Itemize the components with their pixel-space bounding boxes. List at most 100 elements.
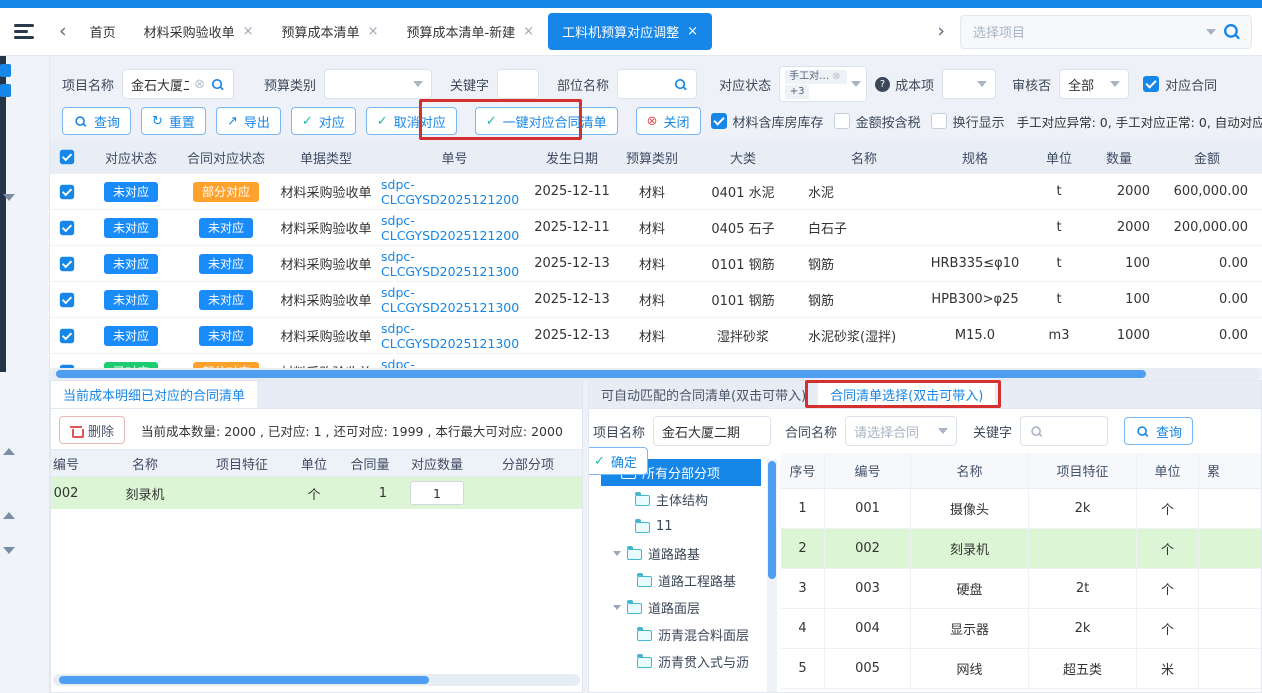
chevron-down-icon[interactable]	[3, 194, 15, 201]
tab-material-receipt[interactable]: 材料采购验收单 ×	[130, 13, 268, 50]
tab-matched-contract-list[interactable]: 当前成本明细已对应的合同清单	[51, 381, 257, 408]
tab-budget-match-adjust[interactable]: 工料机预算对应调整×	[548, 13, 712, 50]
part-name-input[interactable]	[617, 69, 697, 99]
match-status-multiselect[interactable]: 手工对…⊗ +3	[779, 66, 867, 102]
table-row[interactable]: 未对应 未对应 材料采购验收单 sdpc-CLCGYSD2025121300 2…	[50, 246, 1262, 282]
clear-icon[interactable]: ⊗	[194, 78, 205, 91]
tree-vscrollbar[interactable]	[767, 459, 777, 692]
help-icon[interactable]: ?	[875, 77, 890, 92]
audit-select[interactable]: 全部	[1059, 69, 1129, 99]
contract-row-selected[interactable]: 2 002 刻录机 个	[781, 529, 1261, 569]
table-row[interactable]: 未对应 未对应 材料采购验收单 sdpc-CLCGYSD2025121300 2…	[50, 282, 1262, 318]
row-checkbox[interactable]	[60, 256, 74, 270]
doc-no-link[interactable]: sdpc-CLCGYSD2025121300	[378, 354, 528, 368]
keyword-input[interactable]	[1020, 416, 1108, 446]
doc-no-link[interactable]: sdpc-CLCGYSD2025121200	[378, 174, 528, 209]
row-checkbox[interactable]	[60, 220, 74, 234]
chevron-up-icon[interactable]	[3, 448, 15, 455]
row-checkbox[interactable]	[60, 292, 74, 306]
tab-home[interactable]: 首页	[76, 13, 130, 50]
wrap-checkbox[interactable]	[931, 113, 947, 129]
tree-item[interactable]: 主体结构	[601, 486, 761, 513]
scrollbar-thumb[interactable]	[56, 370, 1146, 378]
contract-row[interactable]: 3 003 硬盘 2t 个	[781, 569, 1261, 609]
tree-item[interactable]: 11	[601, 513, 761, 540]
chevron-up-icon[interactable]	[3, 512, 15, 519]
scrollbar-thumb[interactable]	[768, 461, 776, 579]
tree-item[interactable]: 沥青贯入式与沥	[601, 648, 761, 675]
tabs-scroll-left-icon[interactable]: ‹	[59, 22, 67, 41]
doc-no-link[interactable]: sdpc-CLCGYSD2025121300	[378, 246, 528, 281]
close-icon[interactable]: ×	[687, 25, 698, 38]
status-more-tag[interactable]: +3	[785, 85, 809, 99]
material-stock-checkbox[interactable]	[711, 113, 727, 129]
tab-auto-match-list[interactable]: 可自动匹配的合同清单(双击可带入)	[589, 381, 818, 408]
table-row[interactable]: 未对应 部分对应 材料采购验收单 sdpc-CLCGYSD2025121200 …	[50, 174, 1262, 210]
match-button[interactable]: ✓对应	[291, 107, 356, 135]
tab-label: 材料采购验收单	[144, 22, 235, 41]
tree-item[interactable]: 沥青混合料面层	[601, 621, 761, 648]
status-tag[interactable]: 手工对…⊗	[785, 70, 847, 84]
one-key-match-button[interactable]: ✓一键对应合同清单	[475, 107, 618, 135]
tree-item[interactable]: 道路工程路基	[601, 567, 761, 594]
table-row[interactable]: 未对应 未对应 材料采购验收单 sdpc-CLCGYSD2025121200 2…	[50, 210, 1262, 246]
close-icon[interactable]: ×	[243, 25, 254, 38]
row-checkbox[interactable]	[60, 328, 74, 342]
project-name-input[interactable]: 金石大厦二期	[653, 416, 771, 446]
cancel-match-button[interactable]: ✓取消对应	[366, 107, 457, 135]
delete-button[interactable]: 删除	[59, 416, 125, 444]
reset-button[interactable]: ↻重置	[141, 107, 206, 135]
match-qty-input[interactable]: 1	[410, 481, 464, 505]
doc-no-link[interactable]: sdpc-CLCGYSD2025121300	[378, 282, 528, 317]
contract-row[interactable]: 4 004 显示器 2k 个	[781, 609, 1261, 649]
menu-icon[interactable]	[14, 24, 34, 39]
cell-code: 004	[825, 609, 911, 648]
select-all-checkbox[interactable]	[60, 150, 74, 164]
chevron-down-icon	[613, 605, 621, 610]
clear-icon[interactable]: ⊗	[832, 72, 840, 82]
sidebar-app-icon[interactable]	[0, 84, 11, 97]
search-icon[interactable]	[211, 78, 224, 91]
project-name-input[interactable]: 金石大厦二期 ⊗	[122, 69, 234, 99]
tab-contract-list-select[interactable]: 合同清单选择(双击可带入)	[818, 381, 995, 408]
chevron-down-icon	[851, 81, 861, 87]
contract-select[interactable]: 请选择合同	[845, 416, 957, 446]
scrollbar-thumb[interactable]	[59, 676, 429, 684]
keyword-input[interactable]	[497, 69, 539, 99]
table-row[interactable]: 已对应 部分对应 材料采购验收单 sdpc-CLCGYSD2025121300	[50, 354, 1262, 368]
tree-item[interactable]: 道路路基	[601, 540, 761, 567]
export-button[interactable]: ↗导出	[216, 107, 281, 135]
cost-item-select[interactable]	[942, 69, 996, 99]
folder-icon	[627, 549, 642, 560]
close-icon[interactable]: ×	[523, 25, 534, 38]
project-select[interactable]: 选择项目	[960, 15, 1252, 49]
close-icon[interactable]: ×	[368, 25, 379, 38]
doc-no-link[interactable]: sdpc-CLCGYSD2025121300	[378, 318, 528, 353]
cell-seq: 1	[781, 489, 825, 528]
contract-row[interactable]: 1 001 摄像头 2k 个	[781, 489, 1261, 529]
table-row[interactable]: 未对应 未对应 材料采购验收单 sdpc-CLCGYSD2025121300 2…	[50, 318, 1262, 354]
main-table-hscrollbar[interactable]	[50, 368, 1260, 380]
cell-seq: 2	[781, 529, 825, 568]
contract-row[interactable]: 5 005 网线 超五类 米	[781, 649, 1261, 689]
matched-panel-hscrollbar[interactable]	[53, 674, 580, 686]
match-contract-checkbox[interactable]	[1143, 76, 1159, 92]
matched-row[interactable]: 002 刻录机 个 1 1	[50, 477, 582, 509]
query-button[interactable]: 查询	[62, 107, 131, 135]
tab-budget-cost-list[interactable]: 预算成本清单×	[268, 13, 393, 50]
close-button[interactable]: ⊗关闭	[636, 107, 701, 135]
search-icon[interactable]	[1223, 23, 1240, 40]
sidebar-app-icon[interactable]	[0, 64, 11, 77]
confirm-button[interactable]: ✓确定	[588, 447, 648, 475]
tree-item[interactable]: 道路面层	[601, 594, 761, 621]
search-icon[interactable]	[674, 78, 687, 91]
amount-tax-checkbox[interactable]	[834, 113, 850, 129]
tab-budget-cost-new[interactable]: 预算成本清单-新建×	[392, 13, 548, 50]
tabs-scroll-right-icon[interactable]: ›	[937, 22, 945, 41]
chevron-down-icon[interactable]	[3, 547, 15, 554]
query-button[interactable]: 查询	[1124, 417, 1193, 445]
doc-no-link[interactable]: sdpc-CLCGYSD2025121200	[378, 210, 528, 245]
row-checkbox[interactable]	[60, 184, 74, 198]
matched-panel-tabs: 当前成本明细已对应的合同清单	[50, 380, 583, 408]
budget-category-select[interactable]	[324, 69, 432, 99]
